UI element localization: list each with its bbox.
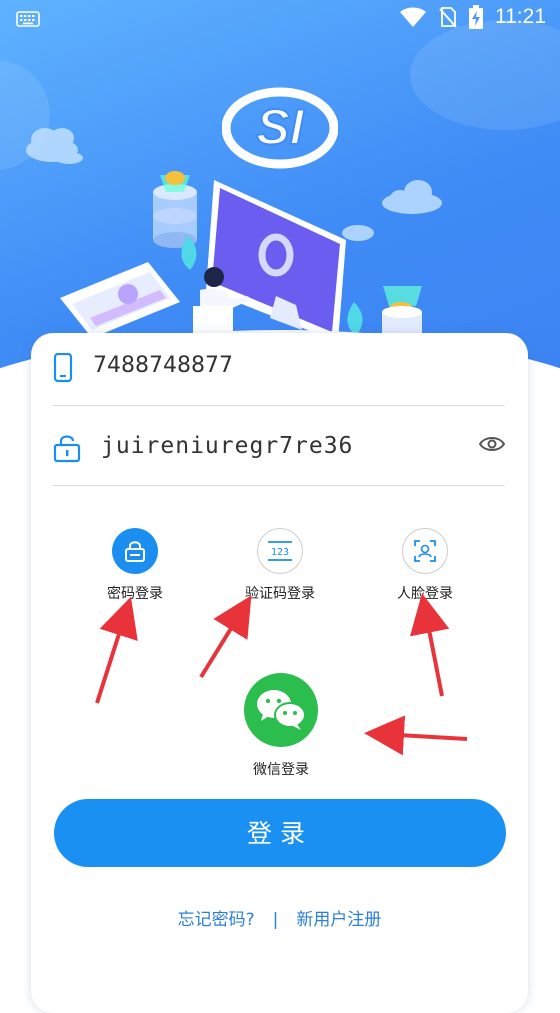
- status-time: 11:21: [495, 5, 546, 28]
- face-login-option[interactable]: 人脸登录: [365, 528, 485, 603]
- code-login-option[interactable]: 123 验证码登录: [220, 528, 340, 603]
- battery-charging-icon: [469, 5, 483, 29]
- password-login-label: 密码登录: [107, 586, 163, 602]
- footer-links: 忘记密码? | 新用户注册: [31, 905, 528, 930]
- phone-field[interactable]: 7488748877: [53, 333, 505, 406]
- eye-icon[interactable]: [479, 435, 505, 453]
- password-input-value[interactable]: juireniuregr7re36: [101, 433, 353, 459]
- phone-input-value[interactable]: 7488748877: [93, 353, 233, 378]
- wechat-login-option[interactable]: 微信登录: [221, 673, 341, 779]
- si-logo-icon: SI: [222, 87, 338, 169]
- login-card: 7488748877 juireniuregr7re36 密码登录 123 验证…: [31, 333, 528, 1013]
- login-button[interactable]: 登录: [54, 799, 506, 867]
- wechat-login-label: 微信登录: [253, 762, 309, 778]
- password-field[interactable]: juireniuregr7re36: [53, 413, 505, 486]
- face-scan-icon: [414, 540, 436, 562]
- code-login-label: 验证码登录: [245, 586, 315, 602]
- footer-separator: |: [272, 910, 279, 930]
- wechat-icon: [257, 690, 306, 730]
- svg-text:SI: SI: [256, 99, 304, 155]
- wifi-icon: [400, 7, 426, 27]
- no-sim-icon: [439, 7, 457, 28]
- forgot-password-link[interactable]: 忘记密码?: [178, 905, 255, 930]
- status-bar: 11:21: [0, 0, 560, 38]
- password-login-option[interactable]: 密码登录: [75, 528, 195, 603]
- svg-text:123: 123: [271, 547, 289, 558]
- lock-icon: [125, 541, 145, 562]
- login-methods: 密码登录 123 验证码登录 人脸登录: [31, 528, 528, 618]
- phone-icon: [53, 353, 73, 383]
- face-login-label: 人脸登录: [397, 586, 453, 602]
- lock-icon: [53, 435, 81, 463]
- code-123-icon: 123: [268, 541, 292, 561]
- keyboard-icon: [16, 11, 40, 27]
- register-link[interactable]: 新用户注册: [296, 905, 381, 930]
